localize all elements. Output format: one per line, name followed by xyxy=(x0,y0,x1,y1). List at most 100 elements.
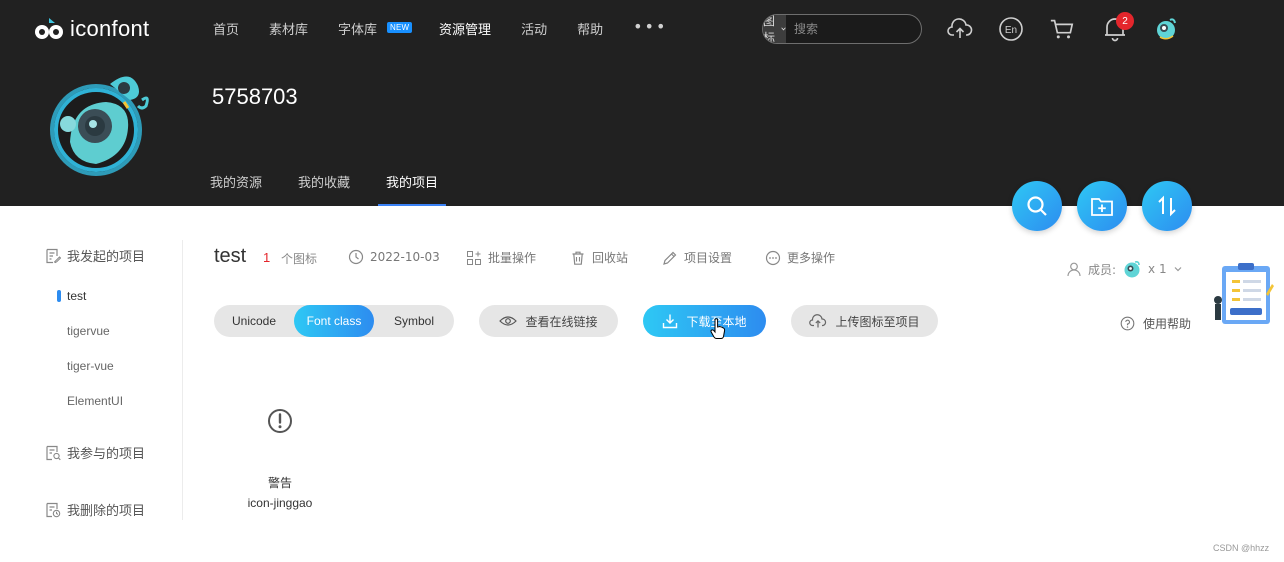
format-font-class-button[interactable]: Font class xyxy=(294,305,374,337)
sort-icon xyxy=(1158,195,1176,217)
upload-button[interactable] xyxy=(947,16,973,42)
sidebar-group-deleted[interactable]: 我删除的项目 xyxy=(45,500,145,519)
search-icon xyxy=(1027,196,1047,216)
search-input[interactable] xyxy=(786,15,921,43)
sidebar-group-joined[interactable]: 我参与的项目 xyxy=(45,443,145,462)
trash-icon xyxy=(572,251,584,265)
mouse-cursor-icon xyxy=(710,318,726,339)
usage-help-link[interactable]: 使用帮助 xyxy=(1120,315,1191,332)
user-icon xyxy=(1067,262,1081,277)
question-circle-icon xyxy=(1120,316,1135,331)
format-switch: Unicode Font class Symbol xyxy=(214,305,454,337)
deleted-list-icon xyxy=(46,502,61,517)
top-header: iconfont 首页 素材库 字体库 NEW 资源管理 活动 帮助 ••• 图… xyxy=(0,0,1284,206)
project-settings-label: 项目设置 xyxy=(684,251,733,265)
svg-text:En: En xyxy=(1005,25,1017,36)
more-circle-icon xyxy=(765,250,781,265)
more-operations-button[interactable]: 更多操作 xyxy=(765,249,835,266)
tab-my-resources[interactable]: 我的资源 xyxy=(210,172,262,206)
batch-operation-button[interactable]: 批量操作 xyxy=(466,249,536,266)
sidebar-group-label: 我删除的项目 xyxy=(67,504,146,519)
members-count: x 1 xyxy=(1148,262,1167,276)
format-unicode-button[interactable]: Unicode xyxy=(214,305,294,337)
project-date-value: 2022-10-03 xyxy=(370,250,440,264)
logo-mark-icon xyxy=(35,18,63,39)
icon-name: 警告 xyxy=(267,476,292,490)
sidebar-item-tigervue[interactable]: tigervue xyxy=(67,324,110,338)
joined-list-icon xyxy=(46,445,61,460)
download-local-button[interactable]: 下载至本地 xyxy=(643,305,766,337)
sort-button[interactable] xyxy=(1142,181,1192,231)
recycle-bin-label: 回收站 xyxy=(592,251,629,265)
view-online-link-label: 查看在线链接 xyxy=(525,314,598,329)
notification-count-badge: 2 xyxy=(1116,12,1134,30)
project-title: test xyxy=(214,245,247,267)
clock-icon xyxy=(348,249,364,265)
tab-my-favorites[interactable]: 我的收藏 xyxy=(298,172,350,206)
batch-icon xyxy=(467,250,481,265)
new-badge: NEW xyxy=(387,22,413,33)
watermark: CSDN @hhzz xyxy=(1213,543,1270,553)
logo-text: iconfont xyxy=(70,16,150,41)
sidebar-group-created[interactable]: 我发起的项目 xyxy=(45,246,145,265)
view-online-link-button[interactable]: 查看在线链接 xyxy=(479,305,618,337)
cloud-upload-icon xyxy=(809,314,827,328)
new-project-button[interactable] xyxy=(1077,181,1127,231)
help-clipboard-mascot[interactable] xyxy=(1212,262,1274,326)
batch-operation-label: 批量操作 xyxy=(488,251,537,265)
profile-tabs: 我的资源 我的收藏 我的项目 xyxy=(210,172,474,206)
format-symbol-button[interactable]: Symbol xyxy=(374,305,454,337)
project-date: 2022-10-03 xyxy=(348,249,440,265)
language-en-icon: En xyxy=(999,17,1023,41)
nav-item-help[interactable]: 帮助 xyxy=(577,19,603,38)
icon-class-name: icon-jinggao xyxy=(247,496,313,510)
cart-button[interactable] xyxy=(1049,16,1075,42)
search-type-select[interactable]: 图标 xyxy=(763,14,787,44)
project-settings-button[interactable]: 项目设置 xyxy=(662,249,732,266)
language-button[interactable]: En xyxy=(998,16,1024,42)
usage-help-label: 使用帮助 xyxy=(1143,317,1192,331)
download-icon xyxy=(663,314,678,329)
sidebar-item-elementui[interactable]: ElementUI xyxy=(67,394,123,408)
user-avatar-button[interactable] xyxy=(1153,16,1179,42)
sidebar-item-test[interactable]: test xyxy=(56,289,86,303)
members-dropdown[interactable]: 成员: x 1 xyxy=(1066,259,1183,279)
member-avatar-icon xyxy=(1124,261,1140,278)
cart-icon xyxy=(1050,19,1074,39)
eye-icon xyxy=(499,316,518,326)
profile-name: 5758703 xyxy=(212,84,298,109)
search-project-button[interactable] xyxy=(1012,181,1062,231)
recycle-bin-button[interactable]: 回收站 xyxy=(570,249,628,266)
sidebar-item-tiger-vue[interactable]: tiger-vue xyxy=(67,359,114,373)
icon-card[interactable]: 警告 icon-jinggao xyxy=(240,405,320,515)
project-sidebar: 我发起的项目 test tigervue tiger-vue ElementUI… xyxy=(45,240,183,520)
chameleon-avatar-icon xyxy=(1157,18,1176,40)
chevron-down-icon xyxy=(1174,267,1182,272)
tab-my-projects[interactable]: 我的项目 xyxy=(378,172,447,206)
nav-item-fonts-label: 字体库 xyxy=(338,23,378,38)
sidebar-group-label: 我参与的项目 xyxy=(67,447,146,462)
more-operations-label: 更多操作 xyxy=(787,251,836,265)
main-nav: 首页 素材库 字体库 NEW 资源管理 活动 帮助 ••• xyxy=(213,17,667,38)
sidebar-group-label: 我发起的项目 xyxy=(67,250,146,265)
cloud-upload-icon xyxy=(947,18,973,38)
nav-more-button[interactable]: ••• xyxy=(633,17,667,36)
project-list-icon xyxy=(46,248,61,263)
iconfont-logo[interactable]: iconfont xyxy=(34,14,149,44)
icon-count-label: 个图标 xyxy=(281,252,318,266)
search-type-label: 图标 xyxy=(763,14,776,44)
profile-avatar xyxy=(50,76,149,176)
nav-item-home[interactable]: 首页 xyxy=(213,19,239,38)
nav-item-resources[interactable]: 资源管理 xyxy=(439,19,491,38)
warning-icon xyxy=(268,409,292,433)
nav-item-activities[interactable]: 活动 xyxy=(521,19,547,38)
icon-count: 1 xyxy=(263,250,271,265)
members-label: 成员: xyxy=(1088,262,1117,277)
upload-icons-button[interactable]: 上传图标至项目 xyxy=(791,305,938,337)
pencil-icon xyxy=(663,251,677,265)
search-bar: 图标 xyxy=(762,14,922,44)
nav-item-library[interactable]: 素材库 xyxy=(269,19,308,38)
nav-item-fonts[interactable]: 字体库 NEW xyxy=(338,19,413,38)
folder-add-icon xyxy=(1091,198,1113,216)
upload-icons-label: 上传图标至项目 xyxy=(835,314,920,329)
